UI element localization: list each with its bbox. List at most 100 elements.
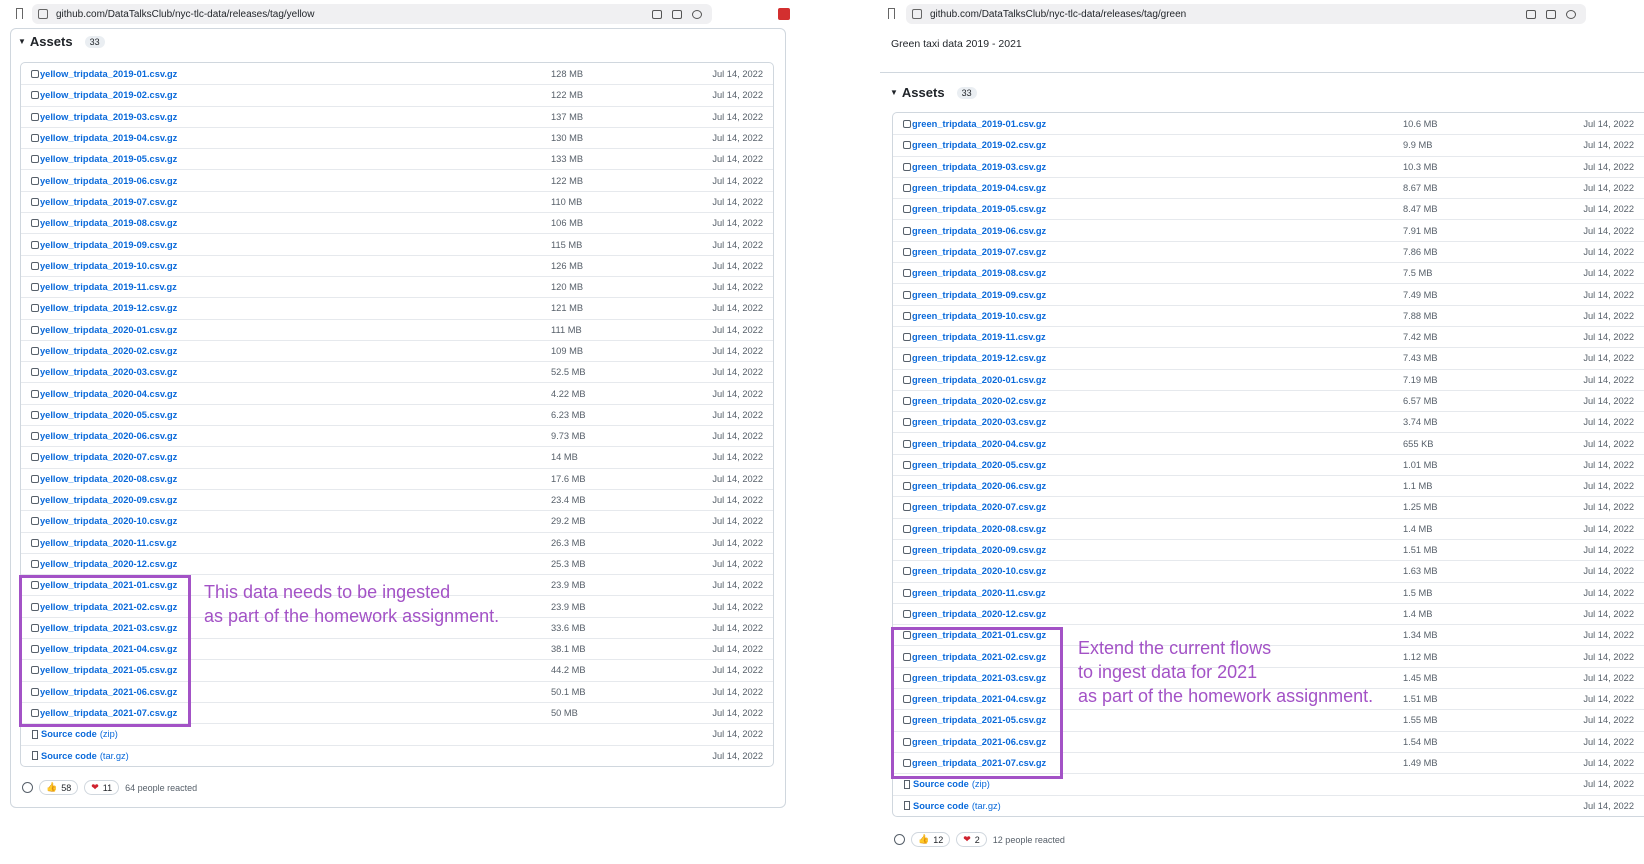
source-code-link[interactable]: Source code (tar.gz) — [913, 801, 1001, 811]
asset-link[interactable]: green_tripdata_2019-06.csv.gz — [912, 226, 1046, 236]
asset-link[interactable]: yellow_tripdata_2020-11.csv.gz — [40, 538, 177, 548]
package-icon — [903, 247, 911, 256]
asset-link[interactable]: green_tripdata_2019-03.csv.gz — [912, 162, 1046, 172]
tune-icon[interactable] — [38, 9, 48, 19]
source-code-link[interactable]: Source code (zip) — [913, 779, 990, 789]
thumbs-up-reaction[interactable]: 👍 12 — [911, 832, 951, 847]
asset-link[interactable]: yellow_tripdata_2019-09.csv.gz — [40, 240, 177, 250]
source-code-link[interactable]: Source code (tar.gz) — [41, 751, 129, 761]
asset-link[interactable]: yellow_tripdata_2020-02.csv.gz — [40, 346, 177, 356]
asset-link[interactable]: green_tripdata_2020-05.csv.gz — [912, 460, 1046, 470]
asset-link[interactable]: yellow_tripdata_2020-08.csv.gz — [40, 474, 177, 484]
bookmark-icon[interactable] — [888, 8, 895, 19]
asset-date: Jul 14, 2022 — [1583, 736, 1634, 747]
asset-row: yellow_tripdata_2020-02.csv.gz 109 MB Jul … — [21, 339, 773, 361]
asset-link[interactable]: green_tripdata_2020-07.csv.gz — [912, 502, 1046, 512]
highlight-2021-box — [19, 575, 191, 727]
thumbs-up-reaction[interactable]: 👍 58 — [39, 780, 79, 795]
asset-link[interactable]: green_tripdata_2019-12.csv.gz — [912, 353, 1046, 363]
asset-size: 10.3 MB — [1403, 161, 1438, 172]
asset-link[interactable]: yellow_tripdata_2020-10.csv.gz — [40, 516, 177, 526]
asset-link[interactable]: green_tripdata_2019-04.csv.gz — [912, 183, 1046, 193]
asset-date: Jul 14, 2022 — [1583, 118, 1634, 129]
asset-size: 106 MB — [551, 218, 584, 229]
url-bar[interactable]: github.com/DataTalksClub/nyc-tlc-data/re… — [906, 4, 1586, 24]
asset-link[interactable]: yellow_tripdata_2019-07.csv.gz — [40, 197, 177, 207]
asset-date: Jul 14, 2022 — [1583, 672, 1634, 683]
asset-link[interactable]: green_tripdata_2020-03.csv.gz — [912, 417, 1046, 427]
cast-icon[interactable] — [652, 9, 662, 19]
asset-link[interactable]: green_tripdata_2020-10.csv.gz — [912, 566, 1046, 576]
asset-link[interactable]: yellow_tripdata_2020-12.csv.gz — [40, 559, 177, 569]
smiley-icon[interactable] — [22, 782, 33, 793]
asset-link[interactable]: green_tripdata_2020-01.csv.gz — [912, 375, 1046, 385]
asset-link[interactable]: yellow_tripdata_2019-06.csv.gz — [40, 176, 177, 186]
asset-size: 52.5 MB — [551, 367, 586, 378]
package-icon — [903, 567, 911, 576]
asset-size: 115 MB — [551, 239, 583, 250]
asset-link[interactable]: yellow_tripdata_2019-05.csv.gz — [40, 154, 177, 164]
heart-reaction[interactable]: ❤ 2 — [956, 832, 987, 847]
asset-row: yellow_tripdata_2019-06.csv.gz 122 MB Jul … — [21, 169, 773, 190]
asset-link[interactable]: yellow_tripdata_2019-01.csv.gz — [40, 69, 177, 79]
asset-link[interactable]: yellow_tripdata_2019-02.csv.gz — [40, 90, 177, 100]
asset-link[interactable]: green_tripdata_2019-02.csv.gz — [912, 140, 1046, 150]
asset-link[interactable]: green_tripdata_2020-02.csv.gz — [912, 396, 1046, 406]
share-icon[interactable] — [672, 9, 682, 19]
asset-size: 1.4 MB — [1403, 608, 1433, 619]
asset-link[interactable]: yellow_tripdata_2019-10.csv.gz — [40, 261, 177, 271]
asset-link[interactable]: green_tripdata_2019-07.csv.gz — [912, 247, 1046, 257]
smiley-icon[interactable] — [894, 834, 905, 845]
asset-link[interactable]: yellow_tripdata_2019-04.csv.gz — [40, 133, 177, 143]
tune-icon[interactable] — [912, 9, 922, 19]
asset-link[interactable]: green_tripdata_2019-11.csv.gz — [912, 332, 1046, 342]
heart-reaction[interactable]: ❤ 11 — [84, 780, 120, 795]
asset-link[interactable]: green_tripdata_2020-08.csv.gz — [912, 524, 1046, 534]
cast-icon[interactable] — [1526, 9, 1536, 19]
asset-link[interactable]: yellow_tripdata_2020-01.csv.gz — [40, 325, 177, 335]
asset-link[interactable]: yellow_tripdata_2020-07.csv.gz — [40, 452, 177, 462]
asset-row: yellow_tripdata_2019-08.csv.gz 106 MB Jul … — [21, 212, 773, 233]
thumbs-up-count: 12 — [933, 834, 944, 845]
extension-icon[interactable] — [778, 8, 790, 20]
share-icon[interactable] — [1546, 9, 1556, 19]
asset-date: Jul 14, 2022 — [1583, 523, 1634, 534]
asset-link[interactable]: green_tripdata_2019-05.csv.gz — [912, 204, 1046, 214]
asset-link[interactable]: green_tripdata_2020-04.csv.gz — [912, 439, 1046, 449]
package-icon — [903, 375, 911, 384]
asset-link[interactable]: yellow_tripdata_2020-04.csv.gz — [40, 389, 177, 399]
asset-link[interactable]: yellow_tripdata_2019-08.csv.gz — [40, 218, 177, 228]
asset-size: 23.4 MB — [551, 495, 586, 506]
package-icon — [903, 397, 911, 405]
asset-link[interactable]: yellow_tripdata_2020-09.csv.gz — [40, 495, 177, 505]
assets-toggle[interactable]: ▼ Assets 33 — [890, 85, 977, 100]
asset-link[interactable]: green_tripdata_2020-06.csv.gz — [912, 481, 1046, 491]
asset-link[interactable]: yellow_tripdata_2019-12.csv.gz — [40, 303, 177, 313]
bookmark-icon[interactable] — [16, 8, 23, 19]
assets-toggle[interactable]: ▼ Assets 33 — [18, 34, 105, 49]
asset-link[interactable]: green_tripdata_2020-09.csv.gz — [912, 545, 1046, 555]
asset-link[interactable]: yellow_tripdata_2019-11.csv.gz — [40, 282, 177, 292]
asset-row: yellow_tripdata_2020-04.csv.gz 4.22 MB Jul… — [21, 382, 773, 403]
asset-link[interactable]: green_tripdata_2019-10.csv.gz — [912, 311, 1046, 321]
url-bar[interactable]: github.com/DataTalksClub/nyc-tlc-data/re… — [32, 4, 712, 24]
asset-row: green_tripdata_2019-08.csv.gz 7.5 MB Jul 1… — [893, 262, 1644, 283]
source-code-link[interactable]: Source code (zip) — [41, 729, 118, 739]
asset-link[interactable]: yellow_tripdata_2020-05.csv.gz — [40, 410, 177, 420]
heart-icon: ❤ — [91, 782, 99, 792]
asset-link[interactable]: green_tripdata_2020-12.csv.gz — [912, 609, 1046, 619]
asset-size: 4.22 MB — [551, 388, 586, 399]
asset-link[interactable]: yellow_tripdata_2020-03.csv.gz — [40, 367, 177, 377]
asset-link[interactable]: yellow_tripdata_2019-03.csv.gz — [40, 112, 177, 122]
asset-link[interactable]: green_tripdata_2019-09.csv.gz — [912, 290, 1046, 300]
shield-icon[interactable] — [1566, 9, 1576, 19]
shield-icon[interactable] — [692, 9, 702, 19]
asset-link[interactable]: green_tripdata_2019-01.csv.gz — [912, 119, 1046, 129]
source-label: Source code — [41, 750, 97, 761]
url-text: github.com/DataTalksClub/nyc-tlc-data/re… — [930, 8, 1187, 20]
asset-link[interactable]: green_tripdata_2019-08.csv.gz — [912, 268, 1046, 278]
asset-link[interactable]: green_tripdata_2020-11.csv.gz — [912, 588, 1046, 598]
asset-date: Jul 14, 2022 — [1583, 481, 1634, 492]
package-icon — [903, 311, 911, 320]
asset-link[interactable]: yellow_tripdata_2020-06.csv.gz — [40, 431, 177, 441]
